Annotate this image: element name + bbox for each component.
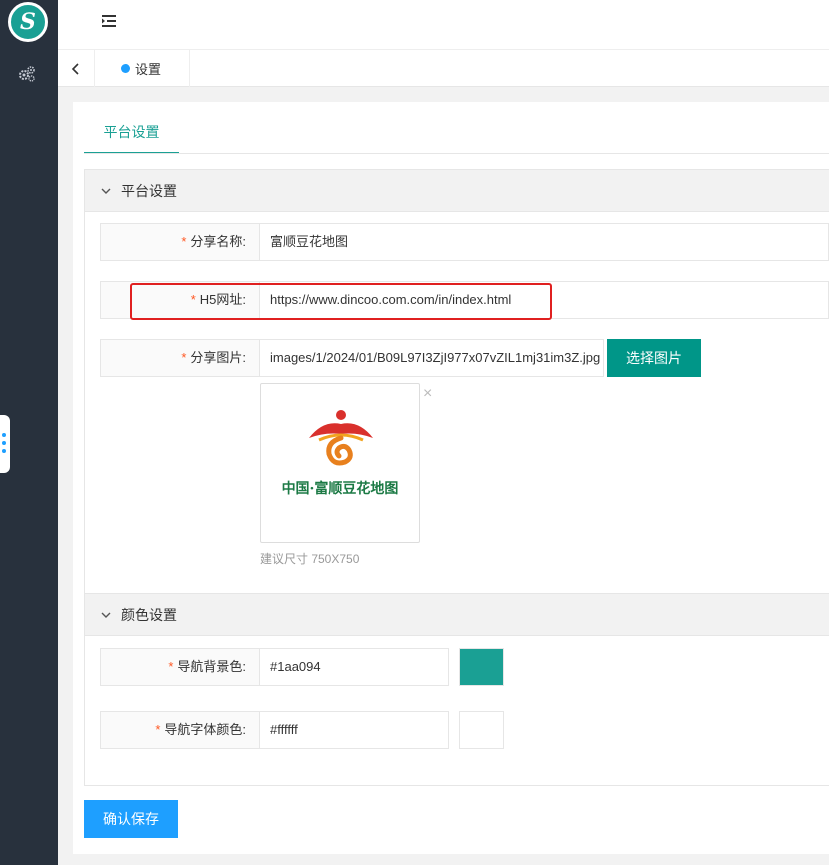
tab-scroll-left-button[interactable] <box>58 50 95 87</box>
chevron-down-icon <box>101 188 111 194</box>
preview-caption: 中国·富顺豆花地图 <box>281 481 399 497</box>
share-image-label: * 分享图片: <box>100 339 260 377</box>
logo-letter: S <box>20 9 36 35</box>
required-mark: * <box>181 350 187 365</box>
share-name-input[interactable]: 富顺豆花地图 <box>259 223 829 261</box>
nav-bg-color-row: * 导航背景色: #1aa094 <box>100 648 510 686</box>
tab-underline-divider <box>84 153 829 154</box>
tab-settings-label: 设置 <box>135 62 162 77</box>
sidebar: S <box>0 0 58 865</box>
nav-font-color-label: * 导航字体颜色: <box>100 711 260 749</box>
tab-platform-settings[interactable]: 平台设置 <box>84 115 179 154</box>
nav-bg-color-label: * 导航背景色: <box>100 648 260 686</box>
nav-font-color-row: * 导航字体颜色: #ffffff <box>100 711 510 749</box>
annotation-highlight-box <box>130 283 552 320</box>
remove-image-icon[interactable]: × <box>423 386 432 402</box>
menu-toggle-icon[interactable] <box>101 13 117 29</box>
page-tab-bar: 设置 <box>58 50 829 87</box>
settings-gears-icon[interactable] <box>17 64 37 84</box>
required-mark: * <box>155 722 161 737</box>
share-image-preview: 中国·富顺豆花地图 <box>260 383 420 543</box>
save-button[interactable]: 确认保存 <box>84 800 178 838</box>
choose-image-button[interactable]: 选择图片 <box>607 339 701 377</box>
nav-bg-color-swatch[interactable] <box>459 648 504 686</box>
tab-settings[interactable]: 设置 <box>95 50 190 87</box>
chevron-down-icon <box>101 612 111 618</box>
platform-settings-header[interactable]: 平台设置 <box>85 170 829 212</box>
image-size-hint: 建议尺寸 750X750 <box>260 552 360 566</box>
color-settings-panel: 颜色设置 <box>84 593 829 786</box>
active-dot-icon <box>121 64 130 73</box>
required-mark: * <box>168 659 174 674</box>
chevron-left-icon <box>71 62 79 75</box>
nav-bg-color-input[interactable]: #1aa094 <box>259 648 449 686</box>
color-settings-title: 颜色设置 <box>121 606 177 623</box>
top-header <box>58 0 829 50</box>
share-image-path-input[interactable]: images/1/2024/01/B09L97I3ZjI977x07vZIL1m… <box>259 339 604 377</box>
platform-settings-title: 平台设置 <box>121 182 177 199</box>
share-image-row: * 分享图片: images/1/2024/01/B09L97I3ZjI977x0… <box>100 339 829 377</box>
share-name-label: * 分享名称: <box>100 223 260 261</box>
nav-font-color-swatch[interactable] <box>459 711 504 749</box>
required-mark: * <box>181 234 187 249</box>
color-settings-header[interactable]: 颜色设置 <box>85 594 829 636</box>
nav-font-color-input[interactable]: #ffffff <box>259 711 449 749</box>
share-name-row: * 分享名称: 富顺豆花地图 <box>100 223 829 261</box>
app-logo[interactable]: S <box>8 2 48 42</box>
sidebar-collapse-handle[interactable] <box>0 415 10 473</box>
